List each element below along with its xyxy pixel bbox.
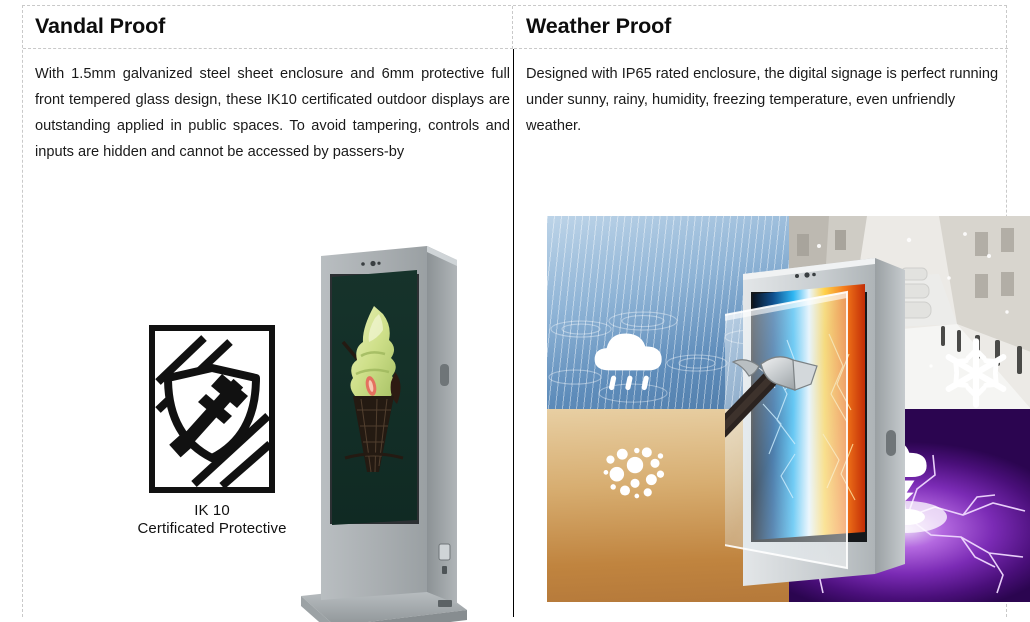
weather-proof-collage — [547, 216, 1030, 602]
weather-proof-description: Designed with IP65 rated enclosure, the … — [526, 66, 999, 134]
document-page: Vandal Proof With 1.5mm galvanized steel… — [0, 0, 1030, 622]
snowflake-icon — [945, 337, 1007, 408]
header-cell-vandal-proof: Vandal Proof — [23, 6, 513, 49]
vandal-proof-description: With 1.5mm galvanized steel sheet enclos… — [35, 66, 510, 160]
rain-cloud-icon — [594, 333, 662, 391]
ik10-badge-caption: IK 10 Certificated Protective — [117, 502, 307, 538]
dust-particles-icon — [603, 447, 665, 499]
page-title-weather-proof: Weather Proof — [526, 14, 672, 38]
ik10-caption-line-1: IK 10 — [194, 502, 230, 519]
ik10-shield-hammer-icon — [149, 325, 275, 493]
table-column-vandal-proof: Vandal Proof With 1.5mm galvanized steel… — [23, 6, 513, 622]
comparison-table: Vandal Proof With 1.5mm galvanized steel… — [22, 5, 1030, 622]
page-title-vandal-proof: Vandal Proof — [35, 14, 166, 38]
ik10-badge: IK 10 Certificated Protective — [117, 324, 307, 538]
ik10-caption-line-2: Certificated Protective — [137, 520, 287, 537]
vandal-proof-figure: IK 10 Certificated Protective — [23, 159, 513, 622]
outdoor-digital-signage-kiosk — [725, 258, 905, 586]
table-column-weather-proof: Weather Proof Designed with IP65 rated e… — [512, 6, 1030, 617]
header-cell-weather-proof: Weather Proof — [514, 6, 1008, 49]
outdoor-digital-signage-kiosk — [301, 246, 467, 622]
